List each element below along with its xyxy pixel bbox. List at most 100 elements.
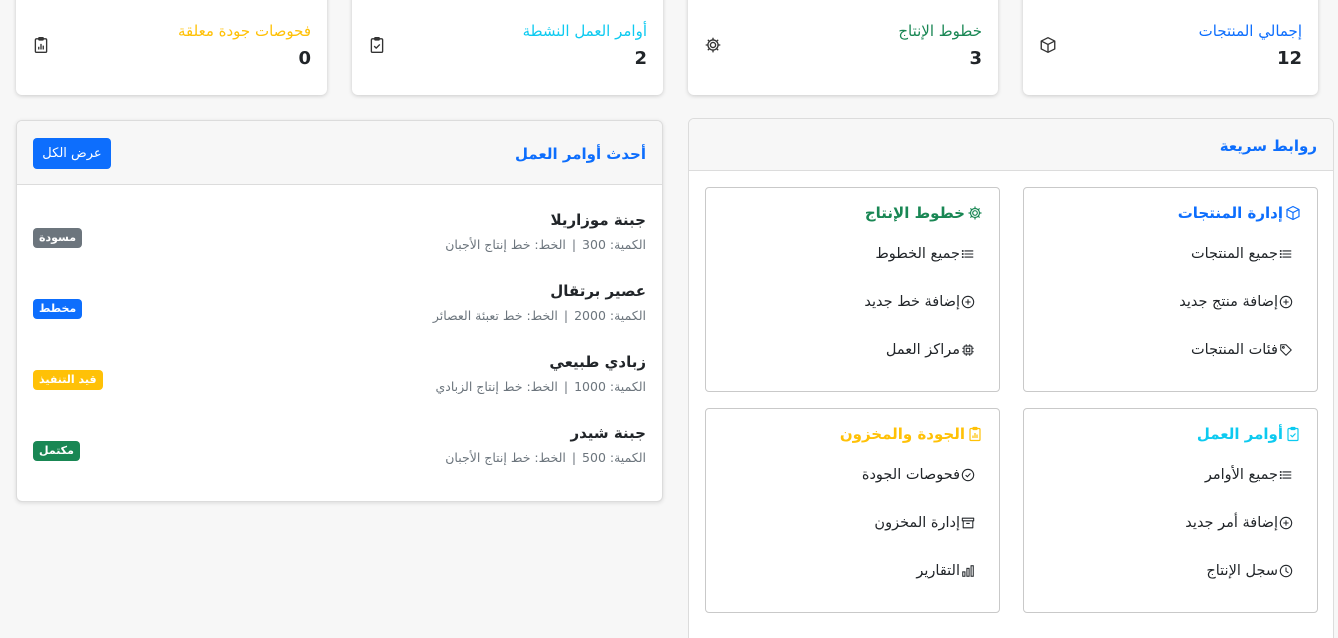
order-quantity: 300	[582, 237, 606, 252]
list-icon	[961, 247, 975, 261]
order-row[interactable]: جبنة موزاريلا الكمية: 300 | الخط: خط إنت…	[17, 211, 662, 271]
group-title-label: خطوط الإنتاج	[864, 204, 965, 222]
latest-orders-header: أحدث أوامر العمل عرض الكل	[17, 121, 662, 185]
box-icon	[1285, 205, 1301, 221]
quick-links-header: روابط سريعة	[689, 119, 1333, 171]
latest-orders-title: أحدث أوامر العمل	[514, 145, 646, 163]
link-group-quality-inventory: الجودة والمخزون فحوصات الجودة إدارة المخ…	[705, 408, 1000, 613]
order-product-name: عصير برتقال	[550, 282, 646, 300]
quick-links-panel: روابط سريعة إدارة المنتجات جميع المنتجات…	[688, 118, 1334, 638]
order-line: خط إنتاج الزبادي	[435, 379, 523, 394]
group-title-label: الجودة والمخزون	[839, 425, 965, 443]
order-line: خط إنتاج الأجبان	[445, 237, 531, 252]
plus-circle-icon	[961, 295, 975, 309]
link-label: إضافة خط جديد	[864, 294, 960, 310]
link-label: مراكز العمل	[885, 342, 960, 358]
link-label: فحوصات الجودة	[861, 467, 960, 483]
stat-card-production-lines: خطوط الإنتاج 3	[688, 0, 998, 95]
group-title-label: أوامر العمل	[1196, 425, 1283, 443]
stat-card-total-products: إجمالي المنتجات 12	[1023, 0, 1318, 95]
link-quality-checks[interactable]: فحوصات الجودة	[862, 467, 975, 483]
link-work-centers[interactable]: مراكز العمل	[886, 342, 975, 358]
meta-separator: |	[571, 450, 577, 465]
gear-icon	[967, 205, 983, 221]
link-label: إضافة منتج جديد	[1179, 294, 1278, 310]
order-meta: الكمية: 1000 | الخط: خط إنتاج الزبادي	[436, 379, 646, 394]
link-label: إدارة المخزون	[874, 515, 960, 531]
link-label: سجل الإنتاج	[1206, 563, 1278, 579]
stat-title: أوامر العمل النشطة	[522, 22, 647, 40]
status-badge: مكتمل	[33, 441, 80, 461]
meta-separator: |	[571, 237, 577, 252]
order-row[interactable]: عصير برتقال الكمية: 2000 | الخط: خط تعبئ…	[17, 282, 662, 342]
order-row[interactable]: زبادي طبيعي الكمية: 1000 | الخط: خط إنتا…	[17, 353, 662, 413]
order-row[interactable]: جبنة شيدر الكمية: 500 | الخط: خط إنتاج ا…	[17, 424, 662, 484]
tag-icon	[1279, 343, 1293, 357]
link-group-products: إدارة المنتجات جميع المنتجات إضافة منتج …	[1023, 187, 1318, 392]
link-label: جميع الأوامر	[1204, 467, 1278, 483]
order-product-name: جبنة موزاريلا	[550, 211, 646, 229]
link-all-lines[interactable]: جميع الخطوط	[875, 246, 975, 262]
link-label: فئات المنتجات	[1191, 342, 1278, 358]
stat-value: 0	[298, 48, 311, 69]
link-reports[interactable]: التقارير	[916, 563, 975, 579]
order-meta: الكمية: 2000 | الخط: خط تعبئة العصائر	[433, 308, 646, 323]
link-label: إضافة أمر جديد	[1185, 515, 1278, 531]
order-line: خط تعبئة العصائر	[432, 308, 523, 323]
stat-value: 3	[969, 48, 982, 69]
order-product-name: جبنة شيدر	[570, 424, 646, 442]
gear-icon	[704, 36, 722, 54]
link-add-line[interactable]: إضافة خط جديد	[864, 294, 975, 310]
clock-icon	[1279, 564, 1293, 578]
status-badge: مخطط	[33, 299, 83, 319]
link-add-product[interactable]: إضافة منتج جديد	[1179, 294, 1293, 310]
order-quantity: 2000	[574, 308, 606, 323]
group-title: إدارة المنتجات	[1178, 204, 1301, 222]
link-all-orders[interactable]: جميع الأوامر	[1205, 467, 1293, 483]
quantity-label: الكمية:	[609, 379, 646, 394]
stat-card-active-orders: أوامر العمل النشطة 2	[352, 0, 663, 95]
group-title: خطوط الإنتاج	[865, 204, 983, 222]
clipboard-data-icon	[32, 36, 50, 54]
order-quantity: 500	[582, 450, 606, 465]
box-icon	[1039, 36, 1057, 54]
status-badge: قيد التنفيذ	[33, 370, 103, 390]
link-add-order[interactable]: إضافة أمر جديد	[1185, 515, 1293, 531]
clipboard-data-icon	[967, 426, 983, 442]
line-label: الخط:	[526, 308, 558, 323]
cpu-icon	[961, 343, 975, 357]
link-all-products[interactable]: جميع المنتجات	[1191, 246, 1293, 262]
archive-icon	[961, 516, 975, 530]
stat-title: فحوصات جودة معلقة	[178, 22, 311, 40]
stat-value: 12	[1276, 48, 1302, 69]
bar-chart-icon	[961, 564, 975, 578]
line-label: الخط:	[534, 237, 566, 252]
view-all-button[interactable]: عرض الكل	[33, 138, 111, 169]
clipboard-check-icon	[368, 36, 386, 54]
link-label: التقارير	[916, 563, 960, 579]
order-meta: الكمية: 500 | الخط: خط إنتاج الأجبان	[445, 450, 646, 465]
stat-card-pending-quality: فحوصات جودة معلقة 0	[16, 0, 327, 95]
link-product-categories[interactable]: فئات المنتجات	[1191, 342, 1293, 358]
link-inventory-management[interactable]: إدارة المخزون	[874, 515, 975, 531]
list-icon	[1279, 247, 1293, 261]
dashboard-page: إجمالي المنتجات 12 خطوط الإنتاج 3 أوامر …	[0, 0, 1338, 638]
quantity-label: الكمية:	[609, 450, 646, 465]
quantity-label: الكمية:	[609, 237, 646, 252]
status-badge: مسودة	[33, 228, 83, 248]
clipboard-check-icon	[1285, 426, 1301, 442]
meta-separator: |	[563, 308, 569, 323]
plus-circle-icon	[1279, 295, 1293, 309]
group-title: الجودة والمخزون	[840, 425, 983, 443]
stat-value: 2	[634, 48, 647, 69]
plus-circle-icon	[1279, 516, 1293, 530]
quantity-label: الكمية:	[609, 308, 646, 323]
link-group-work-orders: أوامر العمل جميع الأوامر إضافة أمر جديد …	[1023, 408, 1318, 613]
stat-title: إجمالي المنتجات	[1198, 22, 1302, 40]
list-icon	[1279, 468, 1293, 482]
stat-title: خطوط الإنتاج	[898, 22, 982, 40]
link-production-log[interactable]: سجل الإنتاج	[1206, 563, 1293, 579]
link-label: جميع الخطوط	[875, 246, 960, 262]
line-label: الخط:	[534, 450, 566, 465]
link-group-production-lines: خطوط الإنتاج جميع الخطوط إضافة خط جديد م…	[705, 187, 1000, 392]
